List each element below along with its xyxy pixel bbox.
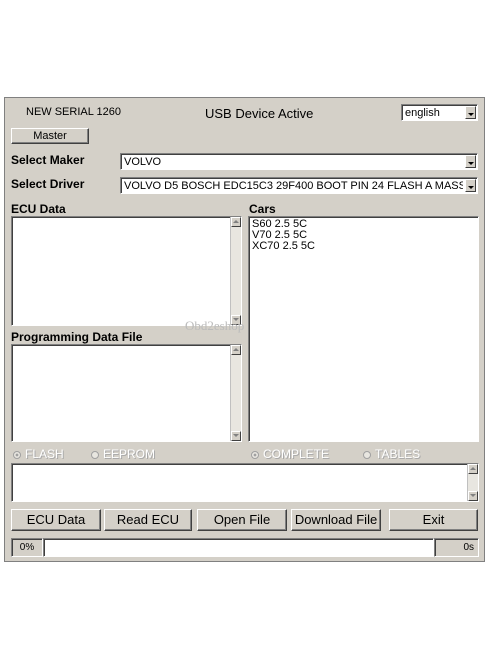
select-driver-label: Select Driver (11, 177, 85, 191)
scrollbar[interactable] (230, 217, 241, 325)
programming-data-file-label: Programming Data File (11, 330, 143, 344)
eeprom-radio-label: EEPROM (103, 447, 156, 461)
main-window: NEW SERIAL 1260 USB Device Active englis… (4, 97, 485, 562)
open-file-button[interactable]: Open File (197, 509, 287, 531)
download-file-button[interactable]: Download File (291, 509, 381, 531)
message-box[interactable] (11, 463, 479, 502)
list-item[interactable]: XC70 2.5 5C (252, 241, 475, 252)
chevron-down-icon[interactable] (465, 155, 476, 168)
driver-select[interactable]: VOLVO D5 BOSCH EDC15C3 29F400 BOOT PIN 2… (120, 177, 478, 194)
scroll-down-icon[interactable] (468, 491, 478, 501)
radio-icon (363, 450, 371, 459)
serial-label: NEW SERIAL 1260 (26, 106, 121, 118)
programming-data-list[interactable] (11, 344, 242, 442)
tables-radio-label: TABLES (375, 447, 421, 461)
exit-button[interactable]: Exit (389, 509, 478, 531)
ecu-data-label: ECU Data (11, 202, 66, 216)
radio-icon (91, 450, 99, 459)
language-select[interactable]: english (401, 104, 478, 121)
cars-list[interactable]: S60 2.5 5C V70 2.5 5C XC70 2.5 5C (248, 216, 479, 442)
cars-label: Cars (249, 202, 276, 216)
watermark-logo: Obd2eshop (185, 318, 245, 333)
eeprom-radio[interactable]: EEPROM (91, 447, 155, 461)
language-value: english (405, 107, 440, 119)
chevron-down-icon[interactable] (465, 106, 476, 119)
progress-percent: 0% (11, 538, 43, 557)
read-ecu-button[interactable]: Read ECU (104, 509, 192, 531)
usb-status: USB Device Active (205, 106, 314, 121)
driver-value: VOLVO D5 BOSCH EDC15C3 29F400 BOOT PIN 2… (124, 180, 463, 192)
scroll-up-icon[interactable] (231, 217, 241, 227)
chevron-down-icon[interactable] (465, 179, 476, 192)
progress-time: 0s (434, 538, 479, 557)
flash-radio-label: FLASH (25, 447, 64, 461)
maker-value: VOLVO (124, 156, 162, 168)
scroll-down-icon[interactable] (231, 431, 241, 441)
ecu-data-list[interactable] (11, 216, 242, 326)
scroll-up-icon[interactable] (231, 345, 241, 355)
complete-radio[interactable]: COMPLETE (251, 447, 329, 461)
scrollbar[interactable] (467, 464, 478, 501)
tables-radio[interactable]: TABLES (363, 447, 420, 461)
ecu-data-button[interactable]: ECU Data (11, 509, 101, 531)
select-maker-label: Select Maker (11, 153, 85, 167)
radio-selected-icon (251, 450, 259, 459)
master-button[interactable]: Master (11, 128, 89, 144)
maker-select[interactable]: VOLVO (120, 153, 478, 170)
complete-radio-label: COMPLETE (263, 447, 330, 461)
radio-selected-icon (13, 450, 21, 459)
scrollbar[interactable] (230, 345, 241, 441)
progress-bar (43, 538, 434, 557)
flash-radio[interactable]: FLASH (13, 447, 64, 461)
scroll-up-icon[interactable] (468, 464, 478, 474)
